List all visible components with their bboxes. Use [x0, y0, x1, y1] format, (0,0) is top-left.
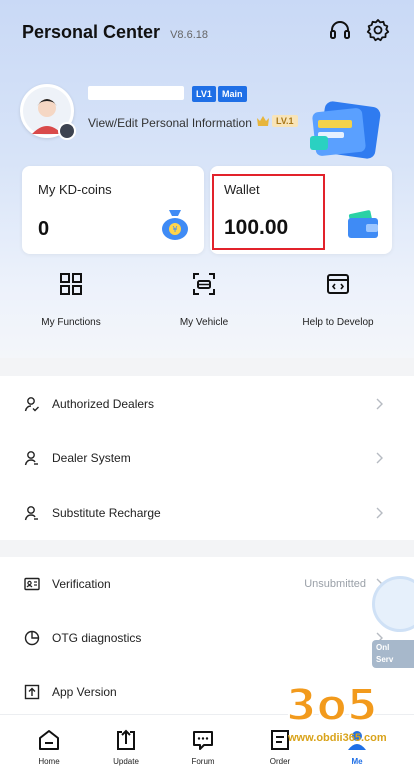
menu-item-authorized-dealers[interactable]: Authorized Dealers [0, 377, 404, 431]
role-tag: Main [218, 86, 247, 102]
watermark-url: www.obdii365.com [288, 732, 387, 744]
edit-profile-link[interactable]: View/Edit Personal Information [88, 116, 252, 130]
my-functions-label: My Functions [41, 317, 101, 328]
help-to-develop-button[interactable]: Help to Develop [278, 272, 398, 330]
member-level-badge: LV.1 [256, 113, 298, 129]
id-card-icon [24, 577, 40, 591]
menu-item-substitute-recharge[interactable]: Substitute Recharge [0, 486, 404, 540]
menu-item-verification[interactable]: Verification Unsubmitted [0, 557, 404, 611]
chevron-right-icon [376, 452, 383, 464]
level-tag: LV1 [192, 86, 216, 102]
kd-coins-value: 0 [38, 218, 50, 240]
home-icon [39, 730, 59, 750]
page-title: Personal Center [22, 22, 161, 42]
avatar[interactable] [20, 84, 76, 140]
page-title-row: Personal Center V8.6.18 [22, 22, 208, 43]
menu-item-label: App Version [52, 685, 117, 699]
tab-label: Me [351, 757, 363, 766]
my-functions-button[interactable]: My Functions [11, 272, 131, 330]
section-divider [0, 540, 414, 557]
verification-status: Unsubmitted [304, 578, 366, 590]
person-icon [24, 451, 38, 466]
code-window-icon [327, 274, 349, 294]
wallet-label: Wallet [224, 182, 260, 197]
tab-label: Order [269, 757, 291, 766]
member-level-label: LV.1 [272, 115, 298, 127]
person-check-icon [24, 397, 39, 412]
vehicle-scan-icon [193, 273, 215, 295]
chat-icon [193, 731, 213, 750]
person-icon [24, 506, 38, 521]
upload-box-icon [24, 684, 40, 700]
wallet-3d-illustration-icon [310, 101, 381, 159]
help-to-develop-label: Help to Develop [302, 317, 374, 328]
kd-coins-card[interactable]: My KD-coins 0 ¥ [22, 166, 204, 254]
tab-label: Home [38, 757, 60, 766]
menu-item-label: OTG diagnostics [52, 631, 142, 645]
wallet-icon [348, 210, 378, 238]
menu-item-label: Dealer System [52, 451, 131, 465]
online-service-icon [372, 576, 414, 632]
menu-item-app-version[interactable]: App Version [0, 665, 404, 719]
my-vehicle-button[interactable]: My Vehicle [144, 272, 264, 330]
update-icon [117, 729, 135, 750]
svg-text:¥: ¥ [172, 225, 177, 234]
online-service-tag: Onl Serv [372, 640, 414, 668]
wallet-balance: 100.00 [224, 216, 289, 239]
tab-forum[interactable]: Forum [173, 729, 233, 766]
avatar-edit-badge-icon[interactable] [58, 122, 76, 140]
chevron-right-icon [376, 507, 383, 519]
crown-icon [257, 116, 269, 126]
money-bag-icon: ¥ [162, 210, 188, 240]
menu-item-dealer-system[interactable]: Dealer System [0, 431, 404, 485]
username-masked [88, 86, 184, 100]
tab-update[interactable]: Update [96, 729, 156, 766]
tab-label: Forum [191, 757, 215, 766]
headset-icon[interactable] [328, 18, 352, 42]
online-service-float-button[interactable]: Onl Serv [372, 576, 414, 672]
pie-icon [24, 630, 40, 646]
menu-item-label: Substitute Recharge [52, 506, 161, 520]
tab-home[interactable]: Home [19, 729, 79, 766]
menu-item-label: Authorized Dealers [52, 397, 155, 411]
my-vehicle-label: My Vehicle [179, 317, 229, 328]
tab-label: Update [113, 757, 139, 766]
bottom-tab-bar: Home Update Forum Order Me [0, 714, 414, 781]
wallet-card[interactable]: Wallet 100.00 [210, 166, 392, 254]
menu-item-otg-diagnostics[interactable]: OTG diagnostics [0, 611, 404, 665]
online-service-label-2: Serv [376, 655, 394, 664]
gear-icon[interactable] [366, 18, 390, 42]
kd-coins-label: My KD-coins [38, 182, 112, 197]
menu-item-label: Verification [52, 577, 111, 591]
chevron-right-icon [376, 398, 383, 410]
section-divider [0, 358, 414, 376]
grid-icon [60, 273, 82, 295]
online-service-label-1: Onl [376, 643, 390, 652]
app-version-label: V8.6.18 [170, 29, 208, 41]
